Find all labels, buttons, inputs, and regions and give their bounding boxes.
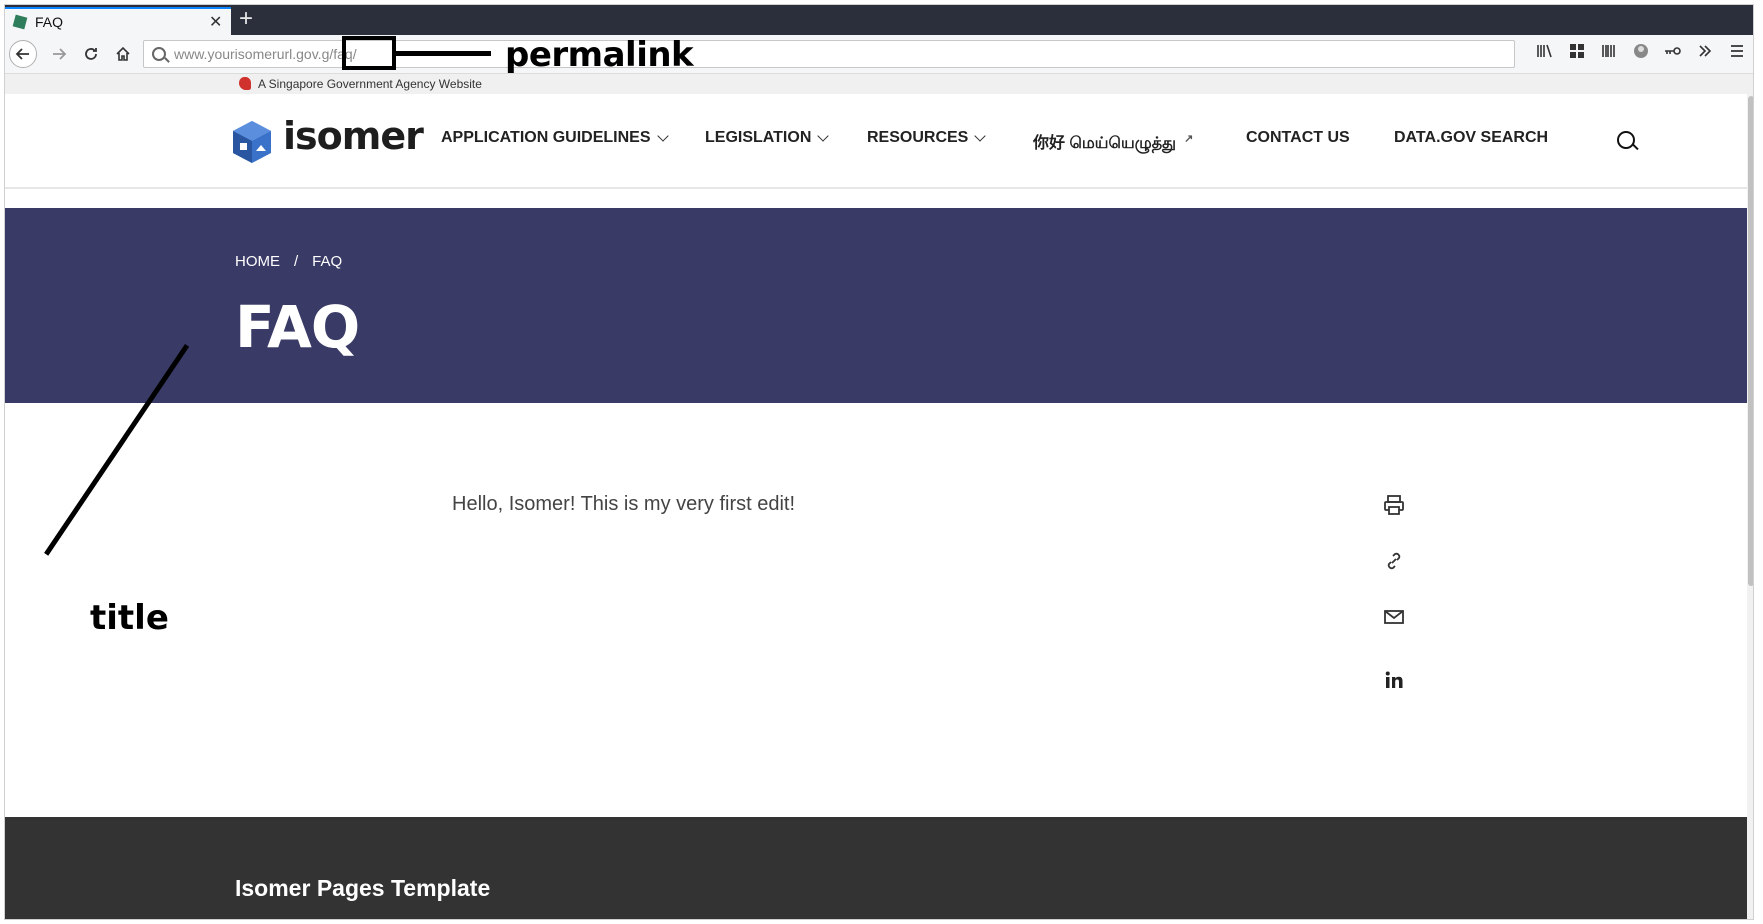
breadcrumb-current[interactable]: FAQ <box>312 253 342 270</box>
menu-label: CONTACT US <box>1246 129 1350 146</box>
menu-label: LEGISLATION <box>705 129 812 146</box>
extensions-icon[interactable] <box>1567 43 1587 63</box>
menu-application-guidelines[interactable]: APPLICATION GUIDELINES <box>441 129 669 147</box>
key-icon[interactable] <box>1663 43 1683 63</box>
home-icon <box>116 46 130 61</box>
site-navbar: isomer APPLICATION GUIDELINES LEGISLATIO… <box>5 94 1753 189</box>
menu-data-gov-search[interactable]: DATA.GOV SEARCH <box>1394 129 1548 147</box>
home-button[interactable] <box>109 40 137 68</box>
site-footer: Isomer Pages Template <box>5 817 1747 919</box>
toolbar-icons <box>1535 43 1747 63</box>
chevron-down-icon <box>656 129 669 142</box>
overflow-chevron-icon[interactable] <box>1695 43 1715 63</box>
footer-title: Isomer Pages Template <box>235 875 491 901</box>
url-text: www.yourisomerurl.gov.g/faq/ <box>174 46 357 62</box>
page-hero: HOME / FAQ FAQ <box>5 208 1747 403</box>
search-icon <box>152 47 166 61</box>
menu-resources[interactable]: RESOURCES <box>867 129 987 147</box>
navigation-toolbar: www.yourisomerurl.gov.g/faq/ <box>5 35 1753 74</box>
copy-link-button[interactable] <box>1381 548 1407 574</box>
tab-title: FAQ <box>35 14 64 30</box>
profile-avatar-icon[interactable] <box>1631 43 1651 63</box>
menu-contact-us[interactable]: CONTACT US <box>1246 129 1350 147</box>
external-link-icon: ↗ <box>1184 133 1194 145</box>
reload-icon <box>85 48 97 60</box>
page-body-text: Hello, Isomer! This is my very first edi… <box>452 493 796 515</box>
menu-hamburger-icon[interactable] <box>1727 43 1747 63</box>
isomer-logo-icon[interactable] <box>231 119 273 165</box>
linkedin-icon <box>1385 671 1403 688</box>
page-title: FAQ <box>235 293 360 361</box>
arrow-left-icon <box>15 48 29 60</box>
permalink-pointer-line <box>396 51 491 56</box>
linkedin-share-button[interactable] <box>1381 667 1407 693</box>
gov-banner-text: A Singapore Government Agency Website <box>258 77 482 91</box>
isomer-favicon-icon <box>12 14 28 30</box>
printer-icon <box>1384 495 1404 515</box>
permalink-annotation-label: permalink <box>505 35 694 75</box>
menu-legislation[interactable]: LEGISLATION <box>705 129 830 147</box>
permalink-highlight-box <box>342 36 396 70</box>
menu-label: 你好 மெய்யெழுத்து <box>1033 135 1177 152</box>
new-tab-button[interactable]: + <box>239 6 253 32</box>
breadcrumb-home[interactable]: HOME <box>235 253 280 270</box>
browser-window: FAQ ✕ + www.yourisomerurl.gov.g/faq/ A S… <box>4 4 1754 920</box>
search-icon[interactable] <box>1617 131 1635 149</box>
title-annotation-label: title <box>90 598 169 638</box>
close-tab-icon[interactable]: ✕ <box>209 12 222 32</box>
lion-head-icon <box>239 77 251 90</box>
library-icon[interactable] <box>1535 43 1555 63</box>
gov-banner: A Singapore Government Agency Website <box>5 74 1753 94</box>
scroll-thumb[interactable] <box>1748 96 1753 586</box>
url-domain: www.yourisomerurl.gov. <box>174 46 322 62</box>
mail-icon <box>1384 610 1404 624</box>
back-button[interactable] <box>9 40 37 68</box>
menu-multilingual-link[interactable]: 你好 மெய்யெழுத்து ↗ <box>1033 129 1193 154</box>
tab-strip: FAQ ✕ + <box>5 5 1753 35</box>
browser-tab[interactable]: FAQ ✕ <box>5 7 231 35</box>
reload-button[interactable] <box>77 40 105 68</box>
menu-label: APPLICATION GUIDELINES <box>441 129 651 146</box>
chevron-down-icon <box>974 129 987 142</box>
page-scrollbar[interactable] <box>1747 94 1753 919</box>
breadcrumb-separator: / <box>294 253 299 270</box>
forward-button[interactable] <box>45 40 73 68</box>
barcode-icon[interactable] <box>1599 43 1619 63</box>
email-share-button[interactable] <box>1381 604 1407 630</box>
arrow-right-icon <box>53 48 67 60</box>
chevron-down-icon <box>817 129 830 142</box>
menu-label: DATA.GOV SEARCH <box>1394 129 1549 146</box>
print-button[interactable] <box>1381 492 1407 518</box>
breadcrumb: HOME / FAQ <box>235 253 342 270</box>
link-icon <box>1387 552 1401 570</box>
menu-label: RESOURCES <box>867 129 969 146</box>
site-logo-text[interactable]: isomer <box>283 114 424 158</box>
